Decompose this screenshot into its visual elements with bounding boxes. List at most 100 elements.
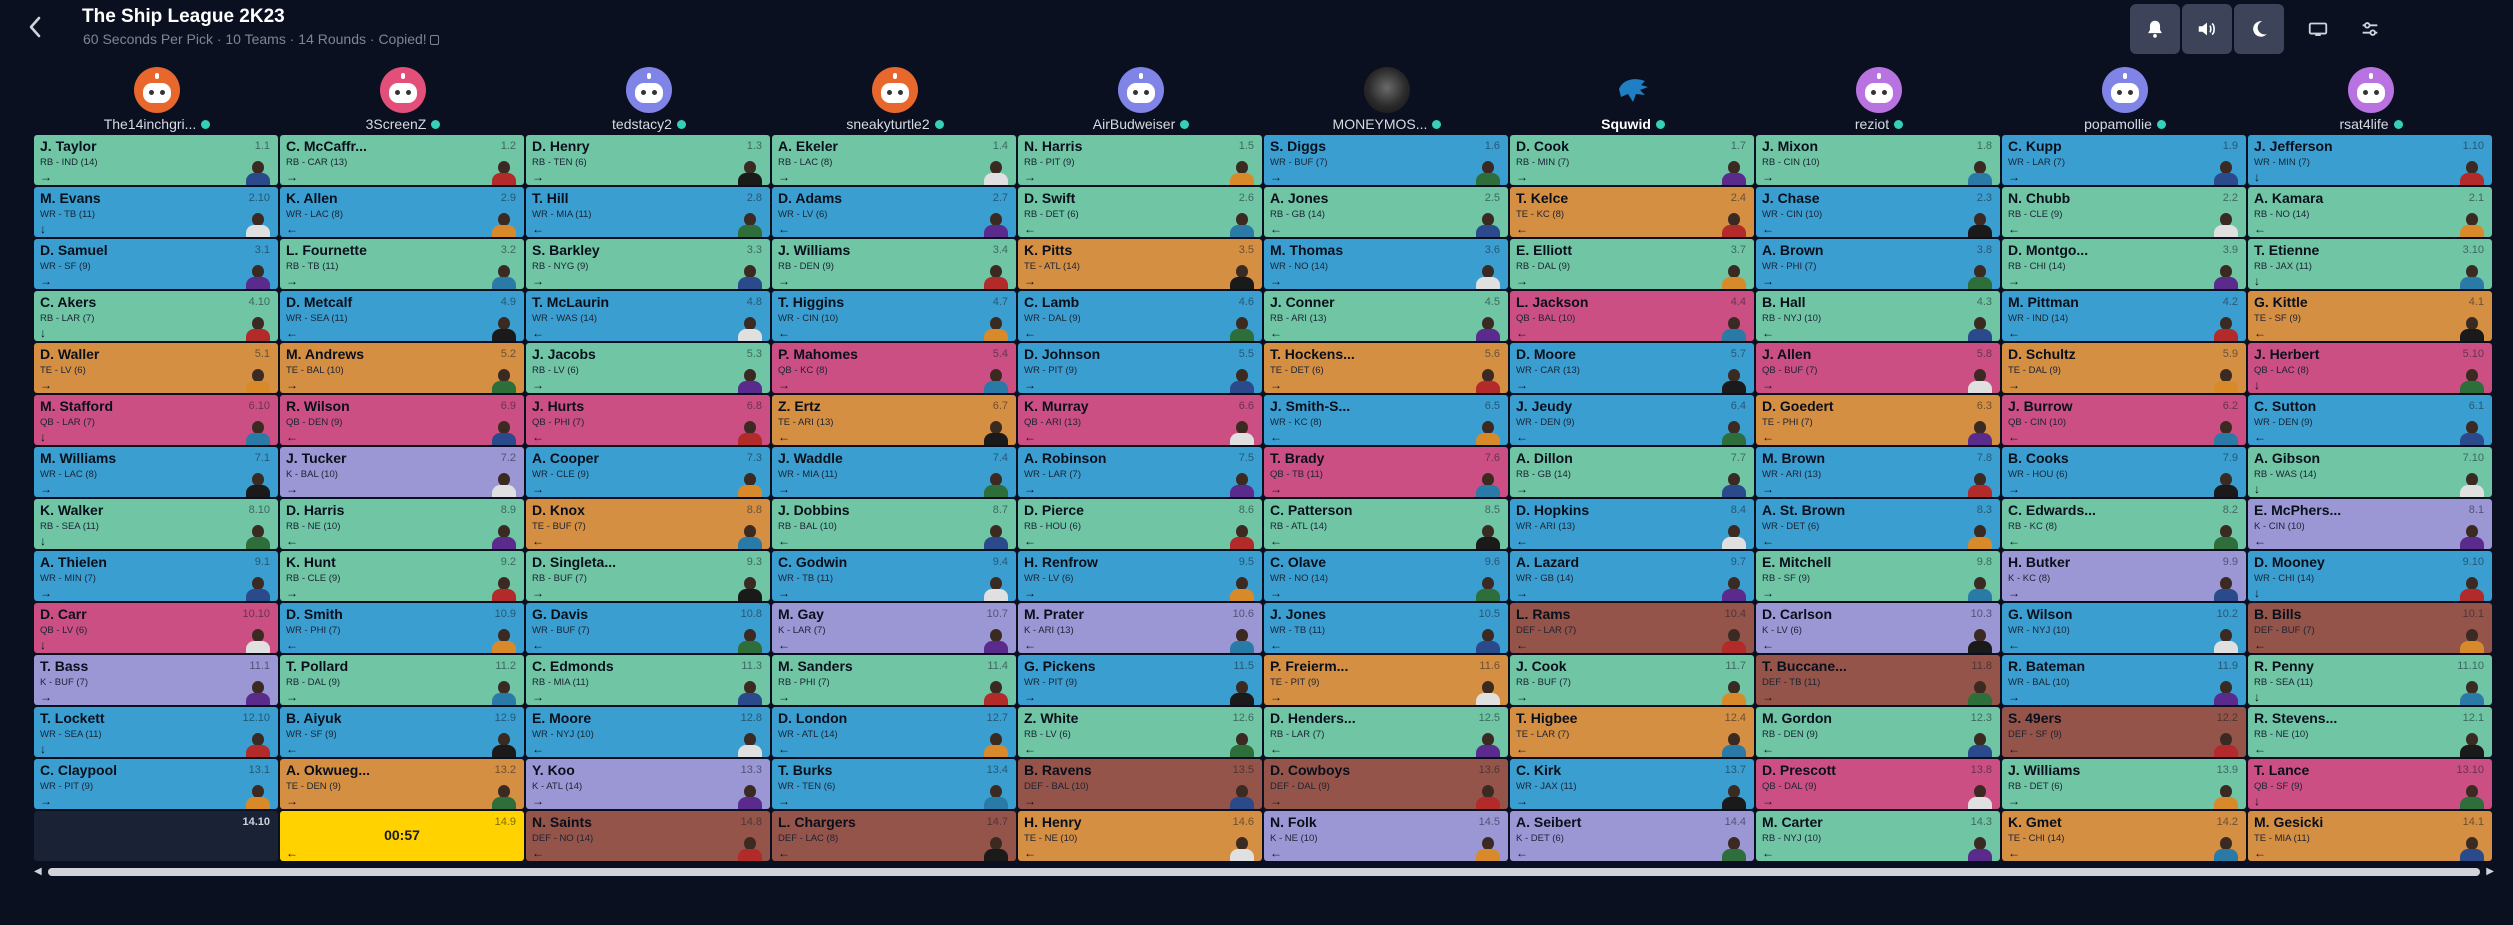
pick-cell[interactable]: D. Samuel WR - SF (9) 3.1 → bbox=[34, 239, 278, 289]
pick-cell[interactable]: D. Henry RB - TEN (6) 1.3 → bbox=[526, 135, 770, 185]
pick-cell[interactable]: P. Freierm... TE - PIT (9) 11.6 → bbox=[1264, 655, 1508, 705]
pick-cell[interactable]: M. Gesicki TE - MIA (11) 14.1 ← bbox=[2248, 811, 2492, 861]
pick-cell[interactable]: D. Metcalf WR - SEA (11) 4.9 ← bbox=[280, 291, 524, 341]
pick-cell[interactable]: J. Mixon RB - CIN (10) 1.8 → bbox=[1756, 135, 2000, 185]
pick-cell[interactable]: M. Gordon RB - DEN (9) 12.3 ← bbox=[1756, 707, 2000, 757]
pick-cell[interactable]: J. Conner RB - ARI (13) 4.5 ← bbox=[1264, 291, 1508, 341]
pick-cell[interactable]: N. Harris RB - PIT (9) 1.5 → bbox=[1018, 135, 1262, 185]
pick-cell[interactable]: E. Elliott RB - DAL (9) 3.7 → bbox=[1510, 239, 1754, 289]
team-column-header[interactable]: rsat4life bbox=[2248, 64, 2494, 134]
pick-cell[interactable]: K. Pitts TE - ATL (14) 3.5 → bbox=[1018, 239, 1262, 289]
pick-cell[interactable]: R. Stevens... RB - NE (10) 12.1 ← bbox=[2248, 707, 2492, 757]
pick-cell[interactable]: T. Lockett WR - SEA (11) 12.10 ↓ bbox=[34, 707, 278, 757]
pick-cell[interactable]: G. Kittle TE - SF (9) 4.1 ← bbox=[2248, 291, 2492, 341]
pick-cell[interactable]: D. Schultz TE - DAL (9) 5.9 → bbox=[2002, 343, 2246, 393]
pick-cell[interactable]: B. Bills DEF - BUF (7) 10.1 ← bbox=[2248, 603, 2492, 653]
pick-cell[interactable]: D. Carlson K - LV (6) 10.3 ← bbox=[1756, 603, 2000, 653]
pick-cell[interactable]: B. Hall RB - NYJ (10) 4.3 ← bbox=[1756, 291, 2000, 341]
team-column-header[interactable]: reziot bbox=[1756, 64, 2002, 134]
pick-cell[interactable]: G. Pickens WR - PIT (9) 11.5 → bbox=[1018, 655, 1262, 705]
team-column-header[interactable]: AirBudweiser bbox=[1018, 64, 1264, 134]
pick-cell[interactable]: E. Mitchell RB - SF (9) 9.8 → bbox=[1756, 551, 2000, 601]
pick-cell[interactable]: R. Bateman WR - BAL (10) 11.9 → bbox=[2002, 655, 2246, 705]
pick-cell[interactable]: K. Walker RB - SEA (11) 8.10 ↓ bbox=[34, 499, 278, 549]
pick-cell[interactable]: J. Jeudy WR - DEN (9) 6.4 ← bbox=[1510, 395, 1754, 445]
pick-cell[interactable]: E. McPhers... K - CIN (10) 8.1 ← bbox=[2248, 499, 2492, 549]
pick-cell[interactable]: H. Henry TE - NE (10) 14.6 ← bbox=[1018, 811, 1262, 861]
pick-cell[interactable]: A. Cooper WR - CLE (9) 7.3 → bbox=[526, 447, 770, 497]
layout-toggle-button[interactable] bbox=[2298, 4, 2338, 54]
pick-cell[interactable]: L. Rams DEF - LAR (7) 10.4 ← bbox=[1510, 603, 1754, 653]
pick-cell[interactable]: J. Burrow QB - CIN (10) 6.2 ← bbox=[2002, 395, 2246, 445]
pick-cell[interactable]: S. Barkley RB - NYG (9) 3.3 → bbox=[526, 239, 770, 289]
pick-cell[interactable]: E. Moore WR - NYJ (10) 12.8 ← bbox=[526, 707, 770, 757]
pick-cell[interactable]: R. Penny RB - SEA (11) 11.10 ↓ bbox=[2248, 655, 2492, 705]
pick-cell[interactable]: D. Swift RB - DET (6) 2.6 ← bbox=[1018, 187, 1262, 237]
pick-cell[interactable]: C. Edwards... RB - KC (8) 8.2 ← bbox=[2002, 499, 2246, 549]
pick-cell[interactable]: D. Prescott QB - DAL (9) 13.8 → bbox=[1756, 759, 2000, 809]
pick-cell[interactable]: J. Hurts QB - PHI (7) 6.8 ← bbox=[526, 395, 770, 445]
pick-cell[interactable]: T. Burks WR - TEN (6) 13.4 → bbox=[772, 759, 1016, 809]
pick-cell[interactable]: T. Hill WR - MIA (11) 2.8 ← bbox=[526, 187, 770, 237]
pick-cell[interactable]: A. St. Brown WR - DET (6) 8.3 ← bbox=[1756, 499, 2000, 549]
team-column-header[interactable]: The14inchgri... bbox=[34, 64, 280, 134]
pick-cell[interactable]: M. Evans WR - TB (11) 2.10 ↓ bbox=[34, 187, 278, 237]
pick-cell[interactable]: J. Taylor RB - IND (14) 1.1 → bbox=[34, 135, 278, 185]
pick-cell[interactable]: L. Fournette RB - TB (11) 3.2 → bbox=[280, 239, 524, 289]
pick-cell[interactable]: M. Thomas WR - NO (14) 3.6 → bbox=[1264, 239, 1508, 289]
dark-mode-button[interactable] bbox=[2234, 4, 2284, 54]
scroll-left-icon[interactable]: ◀ bbox=[34, 866, 42, 877]
pick-cell[interactable]: J. Waddle WR - MIA (11) 7.4 → bbox=[772, 447, 1016, 497]
pick-cell[interactable]: A. Brown WR - PHI (7) 3.8 → bbox=[1756, 239, 2000, 289]
settings-button[interactable] bbox=[2350, 4, 2390, 54]
pick-cell[interactable]: M. Carter RB - NYJ (10) 14.3 ← bbox=[1756, 811, 2000, 861]
pick-cell[interactable]: Y. Koo K - ATL (14) 13.3 → bbox=[526, 759, 770, 809]
pick-cell[interactable]: L. Chargers DEF - LAC (8) 14.7 ← bbox=[772, 811, 1016, 861]
pick-cell[interactable]: D. Pierce RB - HOU (6) 8.6 ← bbox=[1018, 499, 1262, 549]
pick-cell[interactable]: M. Gay K - LAR (7) 10.7 ← bbox=[772, 603, 1016, 653]
pick-cell[interactable]: M. Brown WR - ARI (13) 7.8 → bbox=[1756, 447, 2000, 497]
team-column-header[interactable]: Squwid bbox=[1510, 64, 1756, 134]
pick-cell[interactable]: C. Olave WR - NO (14) 9.6 → bbox=[1264, 551, 1508, 601]
pick-cell[interactable]: D. Mooney WR - CHI (14) 9.10 ↓ bbox=[2248, 551, 2492, 601]
pick-cell[interactable]: S. Diggs WR - BUF (7) 1.6 → bbox=[1264, 135, 1508, 185]
pick-cell[interactable]: A. Dillon RB - GB (14) 7.7 → bbox=[1510, 447, 1754, 497]
horizontal-scrollbar[interactable]: ◀ ▶ bbox=[34, 866, 2494, 878]
pick-cell[interactable]: C. Sutton WR - DEN (9) 6.1 ← bbox=[2248, 395, 2492, 445]
pick-cell[interactable]: A. Kamara RB - NO (14) 2.1 ← bbox=[2248, 187, 2492, 237]
pick-cell[interactable]: T. McLaurin WR - WAS (14) 4.8 ← bbox=[526, 291, 770, 341]
pick-cell[interactable]: M. Stafford QB - LAR (7) 6.10 ↓ bbox=[34, 395, 278, 445]
pick-cell[interactable]: D. Montgo... RB - CHI (14) 3.9 → bbox=[2002, 239, 2246, 289]
back-button[interactable] bbox=[22, 14, 48, 40]
pick-cell[interactable]: D. Adams WR - LV (6) 2.7 ← bbox=[772, 187, 1016, 237]
team-column-header[interactable]: 3ScreenZ bbox=[280, 64, 526, 134]
pick-cell[interactable]: J. Jacobs RB - LV (6) 5.3 → bbox=[526, 343, 770, 393]
pick-cell[interactable]: C. Kupp WR - LAR (7) 1.9 → bbox=[2002, 135, 2246, 185]
scroll-right-icon[interactable]: ▶ bbox=[2486, 866, 2494, 877]
team-column-header[interactable]: popamollie bbox=[2002, 64, 2248, 134]
pick-cell[interactable]: J. Smith-S... WR - KC (8) 6.5 ← bbox=[1264, 395, 1508, 445]
pick-cell[interactable]: R. Wilson QB - DEN (9) 6.9 ← bbox=[280, 395, 524, 445]
notifications-button[interactable] bbox=[2130, 4, 2180, 54]
pick-cell[interactable]: A. Okwueg... TE - DEN (9) 13.2 → bbox=[280, 759, 524, 809]
scrollbar-thumb[interactable] bbox=[48, 868, 2480, 876]
pick-cell[interactable]: T. Lance QB - SF (9) 13.10 ↓ bbox=[2248, 759, 2492, 809]
pick-cell[interactable]: D. Moore WR - CAR (13) 5.7 → bbox=[1510, 343, 1754, 393]
pick-cell[interactable]: A. Gibson RB - WAS (14) 7.10 ↓ bbox=[2248, 447, 2492, 497]
pick-cell[interactable]: M. Prater K - ARI (13) 10.6 ← bbox=[1018, 603, 1262, 653]
pick-cell[interactable]: M. Andrews TE - BAL (10) 5.2 → bbox=[280, 343, 524, 393]
pick-cell[interactable]: A. Thielen WR - MIN (7) 9.1 → bbox=[34, 551, 278, 601]
pick-cell[interactable]: C. Edmonds RB - MIA (11) 11.3 → bbox=[526, 655, 770, 705]
pick-cell[interactable]: D. Johnson WR - PIT (9) 5.5 → bbox=[1018, 343, 1262, 393]
pick-cell[interactable]: J. Tucker K - BAL (10) 7.2 → bbox=[280, 447, 524, 497]
pick-cell[interactable]: C. Akers RB - LAR (7) 4.10 ↓ bbox=[34, 291, 278, 341]
pick-cell[interactable]: T. Pollard RB - DAL (9) 11.2 → bbox=[280, 655, 524, 705]
pick-cell[interactable]: K. Gmet TE - CHI (14) 14.2 ← bbox=[2002, 811, 2246, 861]
pick-cell[interactable]: A. Jones RB - GB (14) 2.5 ← bbox=[1264, 187, 1508, 237]
pick-cell[interactable]: J. Jefferson WR - MIN (7) 1.10 ↓ bbox=[2248, 135, 2492, 185]
pick-cell[interactable]: C. Lamb WR - DAL (9) 4.6 ← bbox=[1018, 291, 1262, 341]
pick-cell[interactable]: D. Knox TE - BUF (7) 8.8 ← bbox=[526, 499, 770, 549]
pick-cell[interactable]: T. Higbee TE - LAR (7) 12.4 ← bbox=[1510, 707, 1754, 757]
pick-cell[interactable]: C. Kirk WR - JAX (11) 13.7 → bbox=[1510, 759, 1754, 809]
pick-cell[interactable]: T. Etienne RB - JAX (11) 3.10 ↓ bbox=[2248, 239, 2492, 289]
